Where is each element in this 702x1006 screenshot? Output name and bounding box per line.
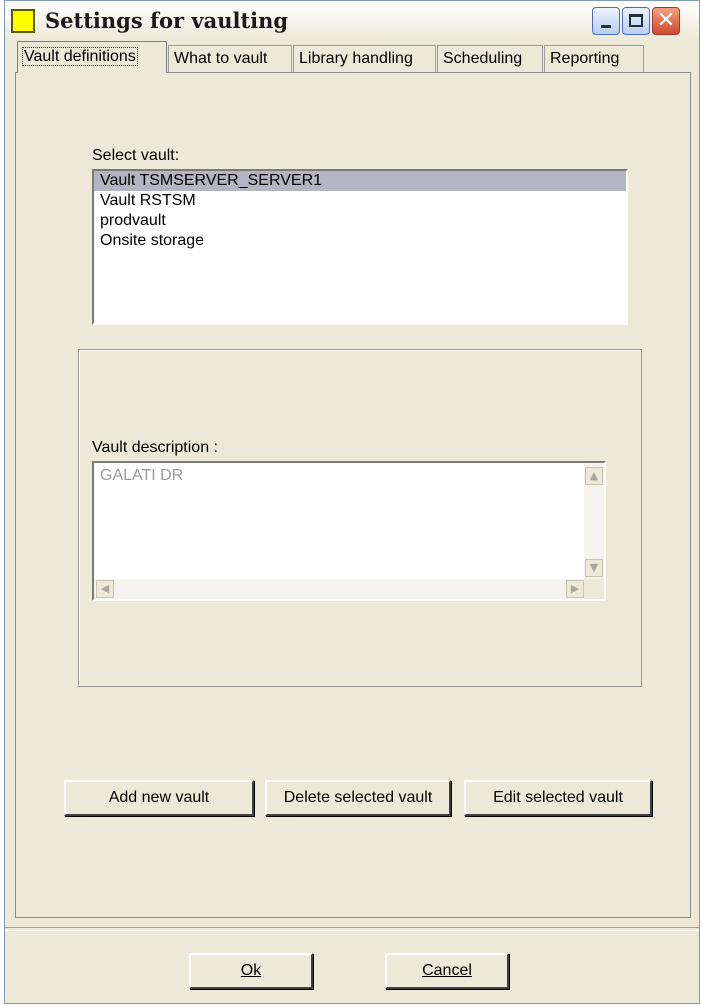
vault-definitions-panel: Select vault: Vault TSMSERVER_SERVER1 Va… [15,72,691,918]
scrollbar-corner [584,579,604,599]
ok-label: Ok [240,962,262,979]
select-vault-label: Select vault: [92,147,180,164]
tab-scheduling[interactable]: Scheduling [437,45,543,72]
minimize-button[interactable] [592,7,620,35]
vault-list-item[interactable]: Vault TSMSERVER_SERVER1 [94,171,626,191]
vault-description-field[interactable]: GALATI DR ▲ ▼ ◀ ▶ [92,461,606,601]
cancel-label: Cancel [422,962,472,979]
maximize-icon [629,14,643,27]
close-icon: ✕ [656,8,676,33]
tab-reporting[interactable]: Reporting [544,45,644,72]
minimize-icon [601,25,611,28]
vault-list-item[interactable]: Onsite storage [94,231,626,251]
app-icon [11,9,35,33]
ok-button[interactable]: Ok [189,953,313,989]
tab-vault-definitions[interactable]: Vault definitions [17,41,167,73]
edit-selected-vault-button[interactable]: Edit selected vault [464,780,652,816]
tab-what-to-vault[interactable]: What to vault [168,45,292,72]
scroll-up-icon[interactable]: ▲ [585,467,603,485]
vertical-scrollbar[interactable]: ▲ ▼ [584,463,604,579]
scroll-left-icon[interactable]: ◀ [96,580,114,598]
vault-description-text: GALATI DR [100,467,184,484]
delete-selected-vault-button[interactable]: Delete selected vault [265,780,451,816]
add-new-vault-button[interactable]: Add new vault [64,780,254,816]
horizontal-scrollbar[interactable]: ◀ ▶ [94,579,584,599]
title-bar[interactable]: Settings for vaulting ✕ [5,1,699,41]
vault-list-item[interactable]: prodvault [94,211,626,231]
window-title: Settings for vaulting [45,8,289,33]
scroll-down-icon[interactable]: ▼ [585,559,603,577]
footer-divider [5,927,699,931]
vault-listbox[interactable]: Vault TSMSERVER_SERVER1 Vault RSTSM prod… [92,169,628,325]
vault-description-label: Vault description : [92,439,218,456]
vault-list-item[interactable]: Vault RSTSM [94,191,626,211]
close-button[interactable]: ✕ [652,7,680,35]
tab-library-handling[interactable]: Library handling [293,45,436,72]
maximize-button[interactable] [622,7,650,35]
scroll-right-icon[interactable]: ▶ [566,580,584,598]
cancel-button[interactable]: Cancel [385,953,509,989]
settings-window: Settings for vaulting ✕ Vault definition… [4,0,700,1004]
